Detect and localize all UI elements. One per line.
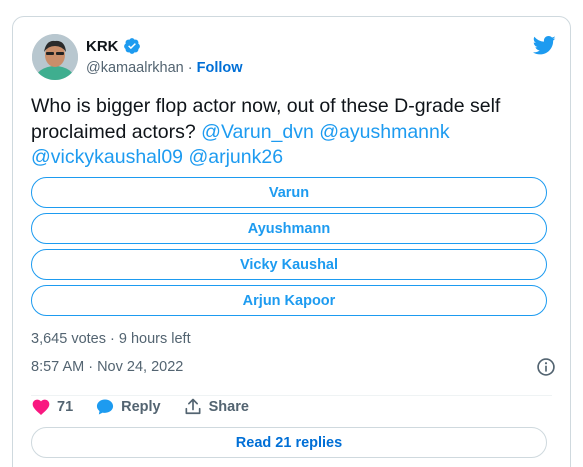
like-count: 71 [57, 399, 74, 415]
poll-option-vicky-kaushal[interactable]: Vicky Kaushal [31, 249, 547, 280]
mention-link[interactable]: @vickykaushal09 [31, 146, 183, 168]
author-name[interactable]: KRK [86, 38, 119, 55]
info-icon[interactable] [536, 357, 556, 377]
reply-bubble-icon [97, 399, 114, 415]
heart-icon [32, 399, 50, 415]
mention-link[interactable]: @Varun_dvn [201, 121, 314, 143]
avatar-image [32, 34, 78, 80]
mention-link[interactable]: @arjunk26 [188, 146, 283, 168]
avatar[interactable] [32, 34, 78, 80]
poll-vote-count: 3,645 votes · 9 hours left [31, 331, 191, 347]
reply-button[interactable]: Reply [95, 397, 161, 417]
poll-option-ayushmann[interactable]: Ayushmann [31, 213, 547, 244]
tweet-card: KRK @kamaalrkhan · Follow Who is bigger … [12, 16, 571, 467]
like-button[interactable]: 71 [31, 397, 73, 417]
mention-link[interactable]: @ayushmannk [319, 121, 449, 143]
author-handle-row: @kamaalrkhan · Follow [86, 60, 243, 76]
read-replies-button[interactable]: Read 21 replies [31, 427, 547, 458]
share-label: Share [208, 399, 249, 415]
tweet-actions: 71 Reply Share [31, 397, 271, 417]
verified-badge-icon [123, 38, 140, 54]
divider [31, 395, 552, 396]
reply-label: Reply [121, 399, 161, 415]
poll-option-arjun-kapoor[interactable]: Arjun Kapoor [31, 285, 547, 316]
follow-button[interactable]: Follow [197, 60, 243, 76]
twitter-bird-icon[interactable] [533, 35, 556, 56]
author-handle[interactable]: @kamaalrkhan [86, 60, 184, 76]
tweet-timestamp[interactable]: 8:57 AM · Nov 24, 2022 [31, 359, 183, 375]
tweet-text: Who is bigger flop actor now, out of the… [31, 94, 556, 171]
author-name-row[interactable]: KRK [86, 37, 141, 55]
poll-option-varun[interactable]: Varun [31, 177, 547, 208]
share-icon [185, 398, 201, 415]
separator-dot: · [183, 60, 197, 76]
share-button[interactable]: Share [183, 397, 249, 417]
